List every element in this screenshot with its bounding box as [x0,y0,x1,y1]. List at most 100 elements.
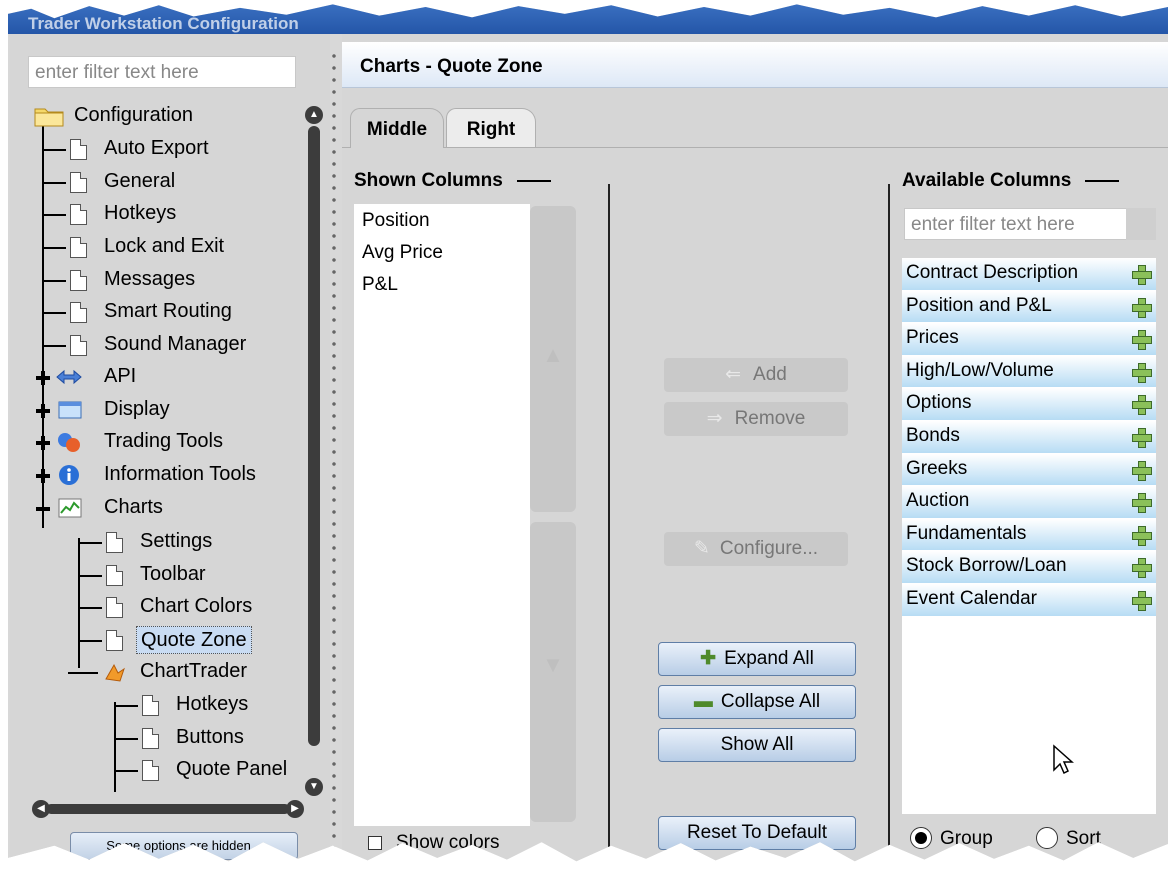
available-filter-input[interactable]: enter filter text here [904,208,1156,240]
tree-branch [42,182,66,184]
hidden-options-button[interactable]: Some options are hidden... [70,832,298,860]
list-item[interactable]: Position [354,204,530,236]
charttrader-icon [105,663,125,682]
category-bonds[interactable]: Bonds [902,420,1156,454]
collapse-all-button[interactable]: ▬ Collapse All [658,685,856,719]
category-label: Auction [906,490,970,512]
add-icon[interactable] [1132,525,1152,546]
add-button[interactable]: ⇐ Add [664,358,848,392]
tree-branch [42,312,66,314]
tree-item-label: Smart Routing [104,300,232,322]
add-icon[interactable] [1132,265,1152,285]
category-label: Greeks [906,457,968,479]
tab-right[interactable]: Right [446,108,536,148]
wrench-icon: ✎ [693,538,710,559]
tree-item-label: Chart Colors [140,595,253,617]
mouse-cursor-icon [1053,744,1074,775]
add-icon[interactable] [1132,427,1152,448]
add-icon[interactable] [1132,460,1152,481]
expand-icon[interactable] [36,404,50,418]
group-radio[interactable] [910,827,932,849]
tree-branch [114,705,138,707]
category-label: Position and P&L [906,294,1052,316]
tree-branch [42,247,66,249]
tree-branch [42,280,66,282]
add-icon[interactable] [1132,297,1152,318]
tree-item-label: Configuration [74,104,193,126]
tree-item-label: Settings [140,530,213,552]
expand-icon[interactable] [36,436,50,450]
page-icon [106,597,123,618]
minus-icon: ▬ [693,691,713,712]
available-columns-list: Contract Description Position and P&L Pr… [902,258,1156,814]
expand-icon[interactable] [36,469,50,483]
page-icon [70,270,87,291]
expand-all-label: Expand All [724,648,814,669]
expand-all-button[interactable]: ✚ Expand All [658,642,856,676]
remove-button[interactable]: ⇒ Remove [664,402,848,436]
tree-item-label: Quote Panel [176,758,288,780]
tab-middle[interactable]: Middle [350,108,444,148]
list-item[interactable]: P&L [354,268,530,300]
category-greeks[interactable]: Greeks [902,453,1156,487]
add-icon[interactable] [1132,362,1152,383]
add-icon[interactable] [1132,330,1152,351]
move-up-button[interactable]: ▲ [530,206,576,512]
add-icon[interactable] [1132,590,1152,611]
tree-horizontal-scrollbar[interactable]: ◀ ▶ [32,800,304,818]
show-colors-label: Show colors [396,832,500,853]
category-label: Fundamentals [906,522,1027,544]
scroll-up-icon[interactable]: ▲ [305,106,323,124]
tree-item-label: ChartTrader [140,660,248,682]
tree-item-label: API [104,365,137,387]
scroll-thumb[interactable] [46,804,290,814]
page-icon [70,139,87,160]
tree-line [78,538,80,668]
scroll-down-icon[interactable]: ▼ [305,778,323,796]
category-prices[interactable]: Prices [902,323,1156,356]
category-fundamentals[interactable]: Fundamentals [902,518,1156,552]
move-down-button[interactable]: ▼ [530,522,576,822]
page-icon [70,172,87,193]
expand-icon[interactable] [36,371,50,385]
category-high-low-volume[interactable]: High/Low/Volume [902,355,1156,389]
add-icon[interactable] [1132,558,1152,579]
arrow-right-icon: ⇒ [706,408,723,429]
tree-branch [78,575,102,577]
collapse-icon[interactable] [36,507,50,511]
tree-branch [78,640,102,642]
tree-item-label: Trading Tools [104,430,223,452]
list-item[interactable]: Avg Price [354,236,530,268]
info-icon [59,465,79,485]
show-colors-checkbox[interactable] [368,836,382,850]
category-stock-borrow-loan[interactable]: Stock Borrow/Loan [902,551,1156,584]
display-icon [58,401,82,419]
tree-filter-input[interactable]: enter filter text here [28,56,296,88]
category-contract-description[interactable]: Contract Description [902,258,1156,291]
tree-item-label: Quote Zone [136,626,252,654]
add-icon[interactable] [1132,395,1152,416]
plus-icon: ✚ [700,648,717,669]
category-position-pl[interactable]: Position and P&L [902,290,1156,324]
trading-tools-icon [58,433,80,452]
reset-default-button[interactable]: Reset To Default [658,816,856,850]
page-icon [70,302,87,323]
configure-button[interactable]: ✎ Configure... [664,532,848,566]
sort-radio[interactable] [1036,827,1058,849]
scroll-thumb[interactable] [308,126,320,746]
category-auction[interactable]: Auction [902,486,1156,519]
pane-splitter[interactable] [332,50,336,862]
tree-vertical-scrollbar[interactable]: ▲ ▼ [305,106,323,796]
show-all-button[interactable]: Show All [658,728,856,762]
page-icon [142,760,159,781]
arrow-up-icon: ▲ [542,342,564,367]
add-icon[interactable] [1132,493,1152,514]
tree-branch [68,672,98,674]
remove-button-label: Remove [734,408,806,429]
category-label: High/Low/Volume [906,359,1054,381]
category-event-calendar[interactable]: Event Calendar [902,583,1156,617]
shown-columns-list[interactable]: Position Avg Price P&L [354,204,530,826]
scroll-right-icon[interactable]: ▶ [286,800,304,818]
category-options[interactable]: Options [902,388,1156,421]
page-icon [70,204,87,225]
